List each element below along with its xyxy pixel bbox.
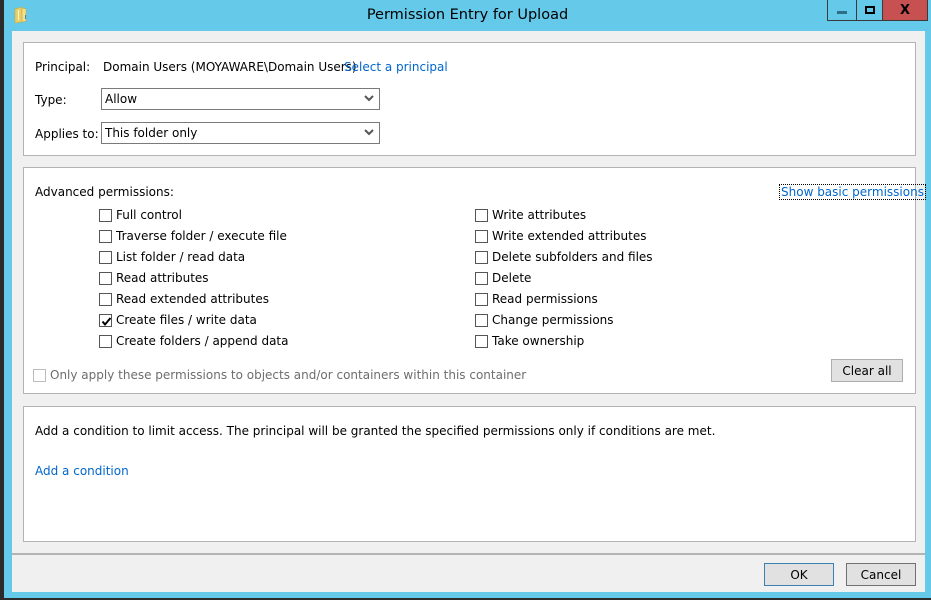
checkbox-unchecked xyxy=(99,334,112,348)
permission-checkbox[interactable]: Change permissions xyxy=(475,312,614,328)
permission-label: Read extended attributes xyxy=(116,292,269,306)
permission-label: Read permissions xyxy=(492,292,598,306)
permission-label: Take ownership xyxy=(492,334,585,348)
add-condition-link[interactable]: Add a condition xyxy=(35,464,129,478)
permission-checkbox[interactable]: Read permissions xyxy=(475,291,598,307)
permission-label: Traverse folder / execute file xyxy=(116,229,287,243)
permission-checkbox[interactable]: Write extended attributes xyxy=(475,228,647,244)
condition-group: Add a condition to limit access. The pri… xyxy=(23,406,916,542)
permission-label: Change permissions xyxy=(492,313,614,327)
checkmark-icon xyxy=(101,316,112,326)
checkbox-unchecked xyxy=(99,208,112,222)
checkbox-unchecked xyxy=(475,271,488,285)
permission-checkbox[interactable]: Delete xyxy=(475,270,531,286)
permission-label: Create files / write data xyxy=(116,313,257,327)
checkbox-unchecked xyxy=(99,292,112,306)
maximize-button[interactable] xyxy=(856,0,882,21)
permission-label: List folder / read data xyxy=(116,250,246,264)
type-selected-value: Allow xyxy=(105,92,138,106)
type-label: Type: xyxy=(35,93,67,107)
checkbox-unchecked xyxy=(475,229,488,243)
permission-checkbox[interactable]: List folder / read data xyxy=(99,249,245,265)
title-bar[interactable]: Permission Entry for Upload X xyxy=(4,0,931,31)
permission-label: Read attributes xyxy=(116,271,209,285)
permission-label: Full control xyxy=(116,208,182,222)
chevron-down-icon xyxy=(364,126,374,138)
checkbox-unchecked xyxy=(99,229,112,243)
checkbox-checked xyxy=(99,313,112,327)
clear-all-label: Clear all xyxy=(842,363,892,378)
permission-label: Write attributes xyxy=(492,208,587,222)
permissions-group: Advanced permissions: Show basic permiss… xyxy=(23,167,926,394)
checkbox-unchecked xyxy=(475,250,488,264)
permission-checkbox[interactable]: Traverse folder / execute file xyxy=(99,228,287,244)
principal-value: Domain Users (MOYAWARE\Domain Users) xyxy=(103,60,357,74)
permission-checkbox[interactable]: Create folders / append data xyxy=(99,333,288,349)
minimize-button[interactable] xyxy=(827,0,856,21)
only-apply-checkbox[interactable]: Only apply these permissions to objects … xyxy=(33,367,526,383)
permission-label: Delete xyxy=(492,271,532,285)
checkbox-unchecked xyxy=(475,208,488,222)
permission-checkbox[interactable]: Take ownership xyxy=(475,333,584,349)
footer-separator xyxy=(12,553,925,555)
condition-description: Add a condition to limit access. The pri… xyxy=(35,424,716,438)
applies-to-dropdown[interactable]: This folder only xyxy=(101,122,380,144)
only-apply-label: Only apply these permissions to objects … xyxy=(50,368,527,382)
dialog-window: Permission Entry for Upload X Principal:… xyxy=(3,0,931,598)
permission-checkbox[interactable]: Delete subfolders and files xyxy=(475,249,653,265)
close-icon: X xyxy=(899,2,911,18)
cancel-button[interactable]: Cancel xyxy=(846,563,916,586)
maximize-icon xyxy=(864,6,875,14)
select-principal-link[interactable]: Select a principal xyxy=(344,60,448,74)
principal-label: Principal: xyxy=(35,60,91,74)
checkbox-unchecked xyxy=(475,313,488,327)
permission-label: Write extended attributes xyxy=(492,229,647,243)
minimize-icon xyxy=(837,10,847,14)
type-dropdown[interactable]: Allow xyxy=(101,88,380,110)
applies-to-selected-value: This folder only xyxy=(105,126,198,140)
permission-checkbox[interactable]: Read extended attributes xyxy=(99,291,269,307)
checkbox-unchecked xyxy=(99,271,112,285)
checkbox-unchecked xyxy=(475,334,488,348)
permission-label: Create folders / append data xyxy=(116,334,289,348)
permission-checkbox[interactable]: Read attributes xyxy=(99,270,209,286)
ok-button[interactable]: OK xyxy=(764,563,834,586)
window-title: Permission Entry for Upload xyxy=(366,7,569,23)
advanced-permissions-heading: Advanced permissions: xyxy=(35,185,174,199)
chevron-down-icon xyxy=(364,92,374,104)
checkbox-unchecked xyxy=(99,250,112,264)
checkbox-unchecked xyxy=(475,292,488,306)
close-button[interactable]: X xyxy=(882,0,928,21)
dialog-client-area: Principal: Domain Users (MOYAWARE\Domain… xyxy=(12,31,926,592)
cancel-label: Cancel xyxy=(860,567,902,582)
permission-checkbox[interactable]: Create files / write data xyxy=(99,312,257,328)
ok-label: OK xyxy=(790,567,808,582)
show-basic-permissions-link[interactable]: Show basic permissions xyxy=(779,184,926,200)
permission-label: Delete subfolders and files xyxy=(492,250,653,264)
applies-to-label: Applies to: xyxy=(35,127,99,141)
principal-group: Principal: Domain Users (MOYAWARE\Domain… xyxy=(23,42,916,156)
checkbox-box xyxy=(33,368,46,382)
permission-checkbox[interactable]: Full control xyxy=(99,207,182,223)
clear-all-button[interactable]: Clear all xyxy=(831,359,903,382)
permission-checkbox[interactable]: Write attributes xyxy=(475,207,586,223)
